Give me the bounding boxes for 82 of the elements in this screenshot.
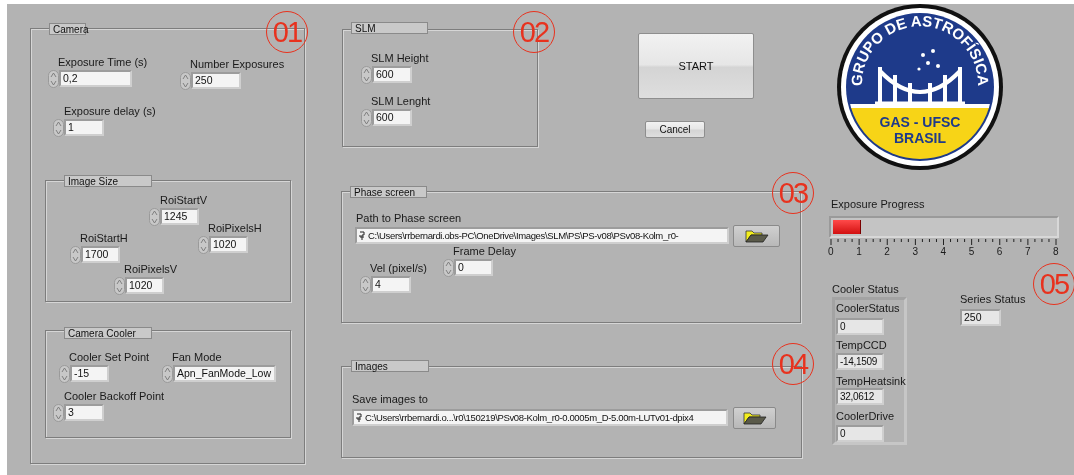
group-title: Phase screen (350, 186, 427, 198)
indicator-label: CoolerStatus (836, 302, 900, 315)
indicator-field: 0 (836, 425, 884, 442)
scale-label: 4 (940, 245, 947, 258)
numeric-field[interactable]: 1020 (209, 236, 248, 253)
spinner-icon[interactable] (180, 72, 191, 90)
folder-icon (742, 411, 767, 425)
numeric-field[interactable]: 250 (191, 72, 241, 89)
control-label: Fan Mode (172, 351, 222, 364)
spinner-icon[interactable] (361, 109, 372, 127)
control-label: Exposure delay (s) (64, 105, 156, 118)
indicator-field: 32,0612 (836, 388, 884, 405)
spinner-icon[interactable] (443, 259, 454, 277)
control-label: Number Exposures (190, 58, 285, 71)
numeric-field[interactable]: -15 (70, 365, 109, 382)
numeric-field[interactable]: Apn_FanMode_Low (173, 365, 276, 382)
numeric-field[interactable]: 3 (64, 404, 104, 421)
indicator-field: 0 (836, 318, 884, 335)
cluster-label: Cooler Status (832, 283, 899, 296)
spinner-icon[interactable] (48, 70, 59, 88)
logo-text: BRASIL (893, 130, 947, 146)
spinner-icon[interactable] (149, 208, 160, 226)
path-field[interactable]: C:\Users\rrbernardi.o...\r0\150219\PSv08-Kolm_r0-0.0005m_D-5.00m-LUTv01-dpix4 (352, 409, 728, 426)
control-label: SLM Height (371, 52, 429, 65)
control-label: Path to Phase screen (356, 212, 462, 225)
indicator-label: TempHeatsink (836, 375, 906, 388)
indicator-label: TempCCD (836, 339, 887, 352)
browse-button[interactable] (733, 225, 780, 247)
numeric-field[interactable]: 0 (454, 259, 493, 276)
cancel-button[interactable]: Cancel (645, 121, 705, 138)
control-label: RoiPixelsH (208, 222, 262, 235)
logo-text: GAS - UFSC (879, 114, 961, 130)
path-icon (356, 413, 362, 423)
spinner-icon[interactable] (53, 404, 64, 422)
control-label: Frame Delay (453, 245, 516, 258)
control-label: Cooler Set Point (69, 351, 150, 364)
control-label: RoiStartH (80, 232, 128, 245)
scale-label: 8 (1053, 245, 1059, 258)
numeric-field[interactable]: 0,2 (59, 70, 132, 87)
folder-icon (744, 229, 769, 243)
scale-label: 7 (1024, 245, 1031, 258)
numeric-field[interactable]: 600 (372, 109, 412, 126)
path-icon (359, 231, 365, 241)
control-label: Cooler Backoff Point (64, 390, 165, 403)
indicator-label: Series Status (960, 293, 1026, 306)
browse-button[interactable] (733, 407, 776, 429)
control-label: RoiPixelsV (124, 263, 178, 276)
control-label: RoiStartV (160, 194, 208, 207)
numeric-field[interactable]: 1020 (125, 277, 164, 294)
scale-label: 5 (968, 245, 975, 258)
scale-label: 0 (828, 245, 834, 258)
numeric-field[interactable]: 600 (372, 66, 412, 83)
indicator-label: CoolerDrive (836, 410, 895, 423)
spinner-icon[interactable] (360, 276, 371, 294)
group-title: Image Size (64, 175, 152, 187)
scale-label: 3 (912, 245, 918, 258)
spinner-icon[interactable] (114, 277, 125, 295)
meter-label: Exposure Progress (831, 198, 925, 211)
numeric-field[interactable]: 4 (371, 276, 411, 293)
path-field[interactable]: C:\Users\rrbernardi.obs-PC\OneDrive\Images\SLM\PS\PS-v08\PSv08-Kolm_r0- (355, 227, 729, 244)
spinner-icon[interactable] (361, 66, 372, 84)
scale-label: 6 (996, 245, 1003, 258)
group-title: Images (351, 360, 429, 372)
indicator-field: 250 (960, 309, 1001, 326)
spinner-icon[interactable] (198, 236, 209, 254)
numeric-field[interactable]: 1245 (160, 208, 199, 225)
spinner-icon[interactable] (70, 246, 81, 264)
numeric-field[interactable]: 1700 (81, 246, 120, 263)
spinner-icon[interactable] (162, 365, 173, 383)
indicator-field: -14,1509 (836, 353, 884, 370)
control-label: Save images to (352, 393, 428, 406)
group-title: SLM (351, 22, 428, 34)
group-title: Camera Cooler (64, 327, 152, 339)
scale-label: 2 (884, 245, 890, 258)
control-label: Vel (pixel/s) (370, 262, 427, 275)
numeric-field[interactable]: 1 (64, 119, 104, 136)
spinner-icon[interactable] (53, 119, 64, 137)
scale-label: 1 (856, 245, 862, 258)
start-button[interactable]: START (638, 33, 754, 99)
control-label: Exposure Time (s) (58, 56, 148, 69)
spinner-icon[interactable] (59, 365, 70, 383)
control-label: SLM Lenght (371, 95, 431, 108)
